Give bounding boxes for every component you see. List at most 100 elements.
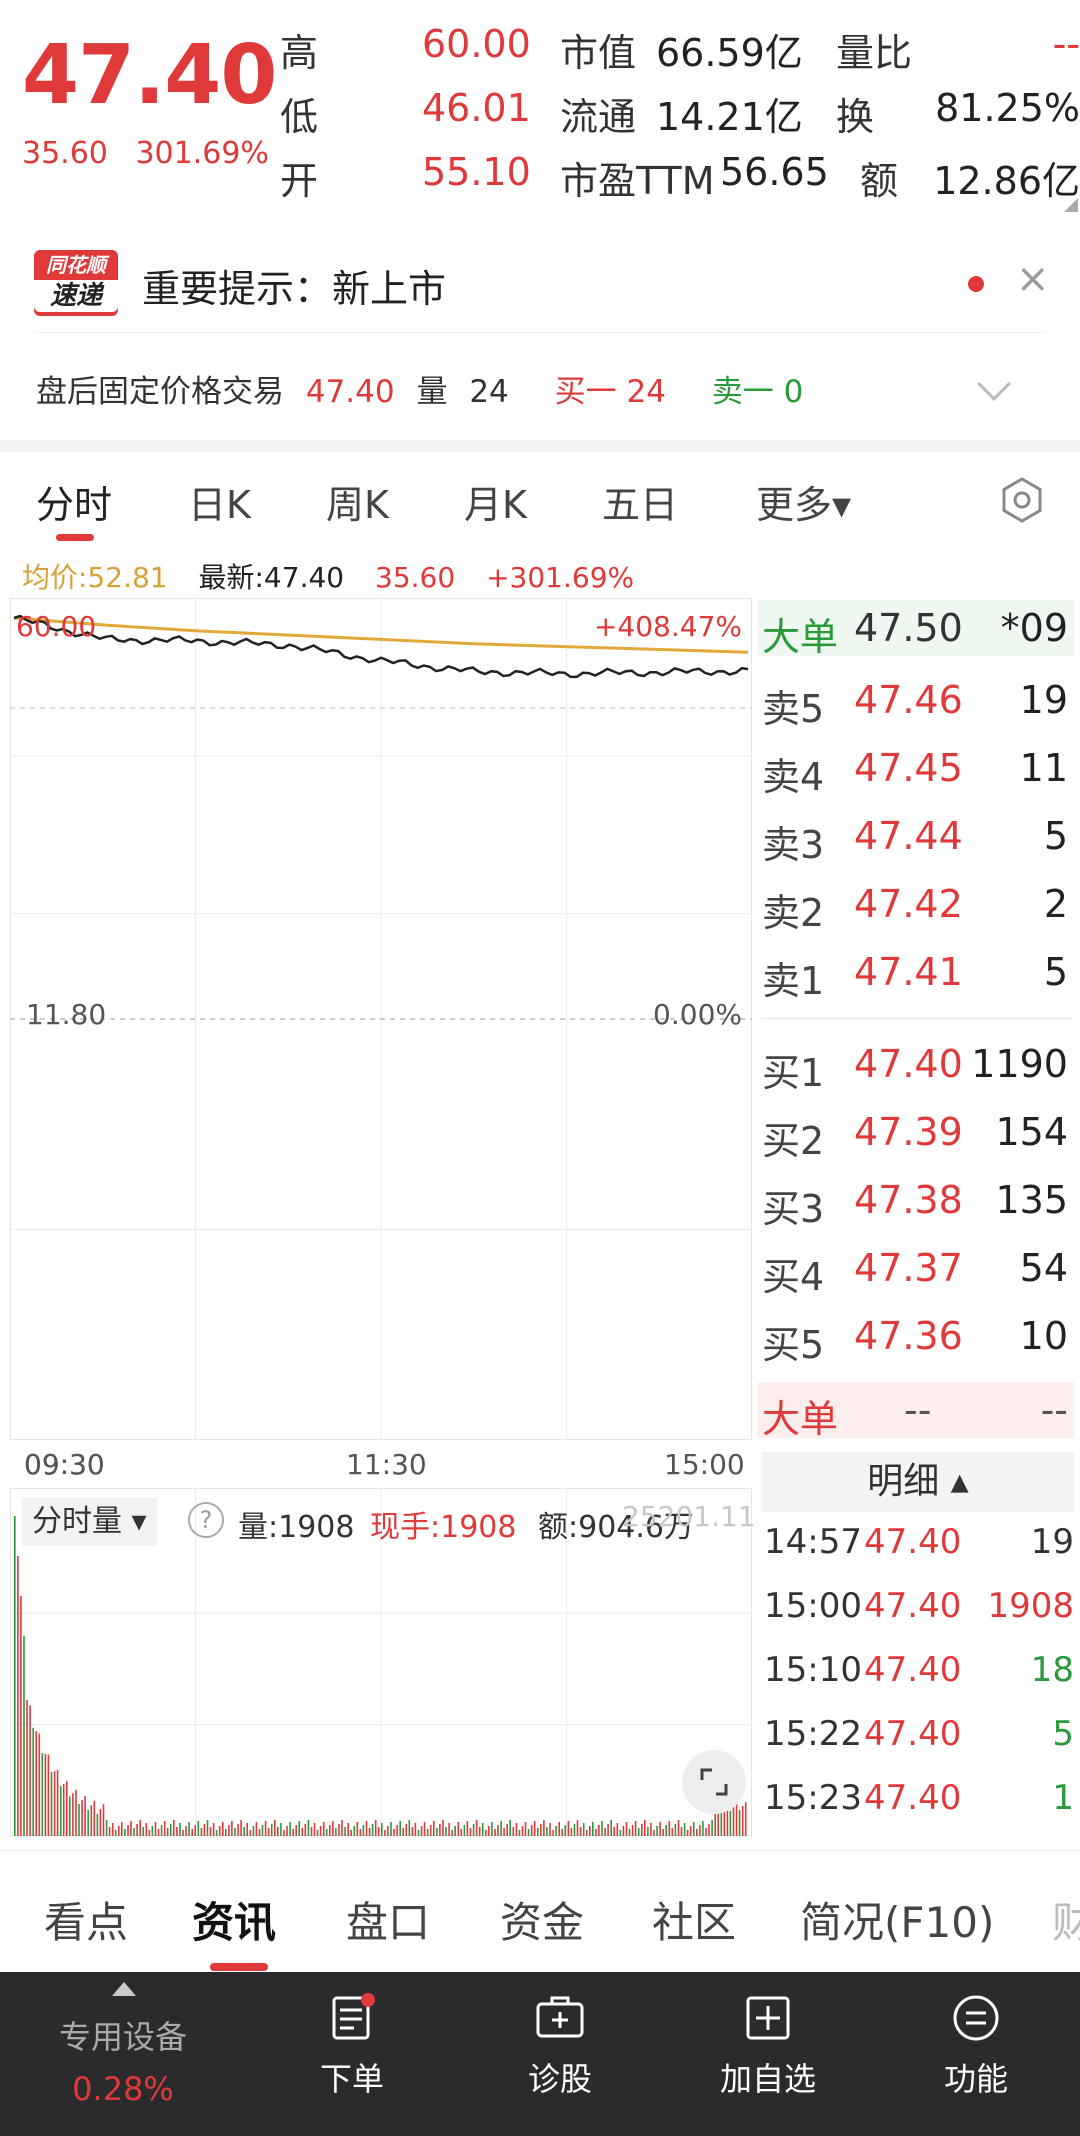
ask-row[interactable]: 卖2 47.42 2 (758, 878, 1074, 936)
latest-price: 最新:47.40 (198, 561, 345, 594)
volume-bar (29, 1705, 31, 1836)
tab-five-day[interactable]: 五日 (602, 474, 678, 529)
device-percent: 0.28% (72, 2070, 174, 2108)
volume-bar (381, 1823, 383, 1836)
volume-bar (570, 1828, 573, 1836)
tab-funds[interactable]: 资金 (500, 1889, 584, 1950)
ask-row[interactable]: 卖4 47.45 11 (758, 742, 1074, 800)
volume-bar (108, 1827, 111, 1836)
volume-bar (301, 1828, 304, 1836)
volume-bar (307, 1820, 310, 1836)
volume-bar (310, 1827, 313, 1836)
bid-row[interactable]: 买4 47.37 54 (758, 1242, 1074, 1300)
volume-bar (561, 1829, 563, 1836)
tab-finance[interactable]: 财 (1052, 1889, 1080, 1950)
corner-expand-icon[interactable] (1064, 198, 1078, 212)
tab-daily-k[interactable]: 日K (188, 474, 251, 529)
device-label[interactable]: 专用设备 (48, 2012, 198, 2058)
volume-bar (686, 1830, 689, 1836)
help-icon[interactable]: ? (188, 1502, 224, 1538)
label-pe-ttm: 市盈TTM (560, 159, 715, 203)
notice-banner[interactable]: 同花顺 速递 重要提示：新上市 × (0, 236, 1080, 328)
bid-row[interactable]: 买2 47.39 154 (758, 1106, 1074, 1164)
volume-bar (457, 1822, 460, 1836)
chevron-down-icon[interactable] (977, 367, 1011, 401)
tab-monthly-k[interactable]: 月K (464, 474, 527, 529)
volume-panel[interactable]: 分时量 ▾ ? 量:1908 现手:1908 额:904.6万 25201.11 (10, 1488, 756, 1836)
ask-label: 卖1 (762, 959, 825, 1003)
volume-bar (243, 1827, 245, 1836)
time-start-label: 09:30 (24, 1448, 105, 1481)
label-high: 高 (280, 31, 319, 75)
volume-bar (426, 1829, 429, 1836)
volume-bar (405, 1824, 408, 1836)
after-hours-line[interactable]: 盘后固定价格交易 47.40 量 24 买一 24 卖一 0 (36, 366, 815, 411)
tab-community[interactable]: 社区 (652, 1889, 736, 1950)
volume-bar (102, 1804, 105, 1836)
fullscreen-icon[interactable] (682, 1750, 746, 1814)
volume-bar (329, 1825, 331, 1836)
value-high: 60.00 (422, 22, 531, 66)
tick-row: 15:10 47.40 18 (762, 1642, 1078, 1698)
tab-news[interactable]: 资讯 (192, 1889, 276, 1950)
add-watchlist-button[interactable]: 加自选 (688, 1992, 848, 2100)
tick-list: 14:57 47.40 19 15:00 47.40 1908 15:10 47… (762, 1514, 1078, 1818)
volume-bar (111, 1823, 114, 1836)
volume-bar (647, 1827, 649, 1836)
detail-header[interactable]: 明细 ▴ (762, 1452, 1074, 1512)
settings-icon[interactable] (998, 476, 1046, 524)
ask-row[interactable]: 卖1 47.41 5 (758, 946, 1074, 1004)
tick-price: 47.40 (864, 1778, 962, 1818)
volume-bar (66, 1781, 68, 1836)
ask-row[interactable]: 卖3 47.44 5 (758, 810, 1074, 868)
ask-price: 47.42 (854, 882, 963, 926)
volume-bar (515, 1823, 518, 1836)
order-book: 大单 47.50 *09 卖5 47.46 19 卖4 47.45 11 卖3 … (758, 598, 1080, 1441)
volume-bar (506, 1824, 508, 1836)
bid-price: 47.37 (854, 1246, 963, 1290)
volume-bar (488, 1826, 490, 1836)
bid-row[interactable]: 买3 47.38 135 (758, 1174, 1074, 1232)
big-order-bottom[interactable]: 大单 -- -- (758, 1382, 1074, 1441)
bid-qty: 10 (1019, 1314, 1068, 1358)
chevron-up-icon[interactable] (112, 1982, 136, 1996)
volume-bar (433, 1821, 435, 1836)
tab-orderbook[interactable]: 盘口 (346, 1889, 430, 1950)
volume-bar (222, 1822, 224, 1836)
function-button[interactable]: 功能 (896, 1992, 1056, 2100)
volume-indicator-select[interactable]: 分时量 ▾ (22, 1498, 157, 1546)
ask-qty: 5 (1043, 814, 1068, 858)
close-icon[interactable]: × (1016, 256, 1050, 302)
bid-label: 买1 (762, 1051, 825, 1095)
volume-bar (23, 1636, 25, 1836)
order-button[interactable]: 下单 (272, 1992, 432, 2100)
volume-bar (445, 1827, 447, 1836)
change-percent: 301.69% (135, 136, 269, 171)
volume-bar (417, 1830, 420, 1836)
diagnose-button[interactable]: 诊股 (480, 1992, 640, 2100)
tab-intraday[interactable]: 分时 (36, 474, 112, 529)
ask-label: 卖5 (762, 687, 825, 731)
volume-scale-label: 25201.11 (622, 1500, 756, 1533)
big-order-top[interactable]: 大单 47.50 *09 (758, 600, 1074, 659)
volume-bar (491, 1822, 493, 1836)
bid-row[interactable]: 买5 47.36 10 (758, 1310, 1074, 1368)
tab-more[interactable]: 更多▾ (756, 474, 851, 529)
tab-f10[interactable]: 简况(F10) (800, 1889, 994, 1950)
volume-bar (460, 1829, 463, 1836)
volume-bar (436, 1828, 438, 1836)
volume-bar (558, 1822, 560, 1836)
after-hours-buy1: 买一 24 (554, 374, 666, 410)
ask-row[interactable]: 卖5 47.46 19 (758, 674, 1074, 732)
tab-highlights[interactable]: 看点 (44, 1889, 128, 1950)
bid-row[interactable]: 买1 47.40 1190 (758, 1038, 1074, 1096)
bid-qty: 135 (995, 1178, 1068, 1222)
ask-label: 卖2 (762, 891, 825, 935)
volume-bar (533, 1821, 536, 1836)
volume-bar (17, 1556, 19, 1836)
intraday-chart[interactable]: 60.00 +408.47% 11.80 0.00% 09:30 (10, 598, 752, 1481)
volume-bar (160, 1825, 163, 1836)
bottom-toolbar: 专用设备 0.28% 下单 诊股 加自选 功能 (0, 1972, 1080, 2136)
logo-bottom-text: 速递 (34, 280, 118, 312)
tab-weekly-k[interactable]: 周K (326, 474, 389, 529)
